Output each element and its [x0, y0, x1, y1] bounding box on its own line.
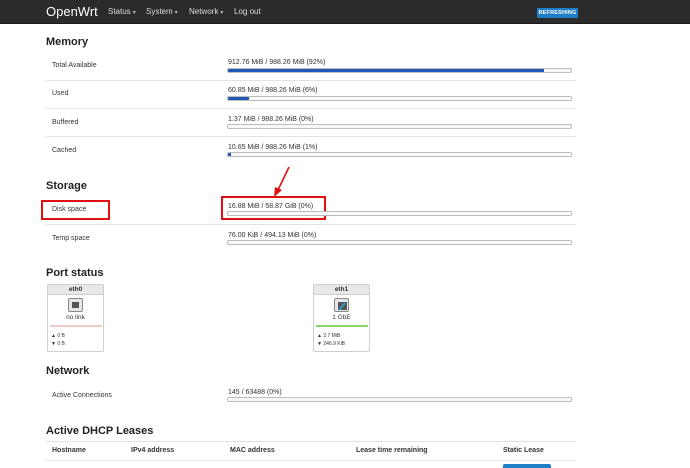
value-cached: 10.65 MiB / 988.26 MiB (1%)	[228, 144, 318, 151]
progress-fill	[228, 69, 544, 72]
divider	[46, 460, 576, 461]
port-tx: ▲ 0 B	[51, 333, 65, 339]
chevron-down-icon: ▾	[220, 10, 224, 16]
column-header-ipv4[interactable]: IPv4 address	[131, 447, 174, 454]
progress-total-available	[227, 68, 572, 73]
storage-title: Storage	[46, 180, 87, 192]
port-rx: ▼ 246.9 KiB	[317, 341, 346, 347]
menu-system-label: System	[146, 7, 173, 16]
port-name: eth1	[314, 285, 369, 295]
refreshing-badge[interactable]: REFRESHING	[537, 8, 578, 18]
menu-network[interactable]: Network ▾	[189, 7, 223, 16]
progress-used	[227, 96, 572, 101]
value-disk-space: 16.88 MiB / 58.87 GiB (0%)	[228, 203, 314, 210]
divider	[46, 224, 576, 225]
divider	[46, 80, 576, 81]
divider	[46, 108, 576, 109]
chevron-down-icon: ▾	[174, 10, 178, 16]
column-header-lease-time[interactable]: Lease time remaining	[356, 447, 428, 454]
column-header-static-lease[interactable]: Static Lease	[503, 447, 544, 454]
port-tx: ▲ 2.7 MiB	[317, 333, 341, 339]
port-status-title: Port status	[46, 267, 104, 279]
network-title: Network	[46, 365, 90, 377]
value-active-connections: 145 / 63488 (0%)	[228, 389, 282, 396]
row-label-temp-space: Temp space	[52, 235, 90, 242]
divider	[46, 136, 576, 137]
port-link-status: no link	[66, 314, 85, 321]
value-total-available: 912.76 MiB / 988.26 MiB (92%)	[228, 59, 326, 66]
menu-network-label: Network	[189, 7, 219, 16]
menu-logout[interactable]: Log out	[234, 7, 261, 16]
port-link-indicator	[316, 325, 368, 327]
column-header-hostname[interactable]: Hostname	[52, 447, 86, 454]
menu-status-label: Status	[108, 7, 131, 16]
port-rx: ▼ 0 B	[51, 341, 65, 347]
port-card-eth1: eth1 1 GbE ▲ 2.7 MiB ▼ 246.9 KiB	[313, 284, 370, 352]
progress-disk-space	[227, 211, 572, 216]
ethernet-port-connected-icon	[334, 298, 349, 312]
ethernet-port-icon	[68, 298, 83, 312]
progress-fill	[228, 97, 249, 100]
menu-system[interactable]: System ▾	[146, 7, 178, 16]
row-label-cached: Cached	[52, 147, 77, 154]
chevron-down-icon: ▾	[132, 10, 136, 16]
progress-temp-space	[227, 240, 572, 245]
row-label-total-available: Total Available	[52, 62, 97, 69]
row-label-disk-space: Disk space	[52, 206, 87, 213]
top-navbar: OpenWrt Status ▾ System ▾ Network ▾ Log out…	[0, 0, 690, 24]
progress-active-connections	[227, 397, 572, 402]
value-used: 60.85 MiB / 988.26 MiB (6%)	[228, 87, 318, 94]
port-link-indicator	[50, 325, 102, 327]
port-name: eth0	[48, 285, 103, 295]
row-label-active-connections: Active Connections	[52, 392, 112, 399]
brand-logo[interactable]: OpenWrt	[46, 4, 98, 19]
progress-buffered	[227, 124, 572, 129]
progress-cached	[227, 152, 572, 157]
progress-fill	[228, 153, 232, 156]
menu-status[interactable]: Status ▾	[108, 7, 136, 16]
divider	[46, 441, 576, 442]
set-static-lease-button[interactable]	[503, 464, 551, 468]
port-link-status: 1 GbE	[332, 314, 351, 321]
column-header-mac[interactable]: MAC address	[230, 447, 275, 454]
value-buffered: 1.37 MiB / 988.26 MiB (0%)	[228, 116, 314, 123]
memory-title: Memory	[46, 36, 89, 48]
row-label-used: Used	[52, 90, 69, 97]
value-temp-space: 76.00 KiB / 494.13 MiB (0%)	[228, 232, 317, 239]
dhcp-leases-title: Active DHCP Leases	[46, 425, 154, 437]
annotation-arrow-icon	[274, 166, 290, 197]
port-card-eth0: eth0 no link ▲ 0 B ▼ 0 B	[47, 284, 104, 352]
row-label-buffered: Buffered	[52, 119, 79, 126]
